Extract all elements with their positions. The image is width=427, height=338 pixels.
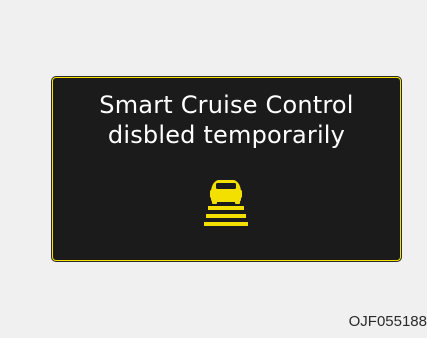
illustration-frame: Smart Cruise Control disbled temporarily… (0, 0, 427, 338)
smart-cruise-vehicle-icon (204, 180, 248, 226)
warning-message-line-1: Smart Cruise Control (99, 91, 354, 119)
instrument-cluster-display: Smart Cruise Control disbled temporarily (52, 77, 401, 261)
figure-code: OJF055188 (348, 313, 427, 330)
warning-message-line-2: disbled temporarily (107, 121, 346, 149)
warning-message: Smart Cruise Control disbled temporarily (53, 90, 400, 150)
